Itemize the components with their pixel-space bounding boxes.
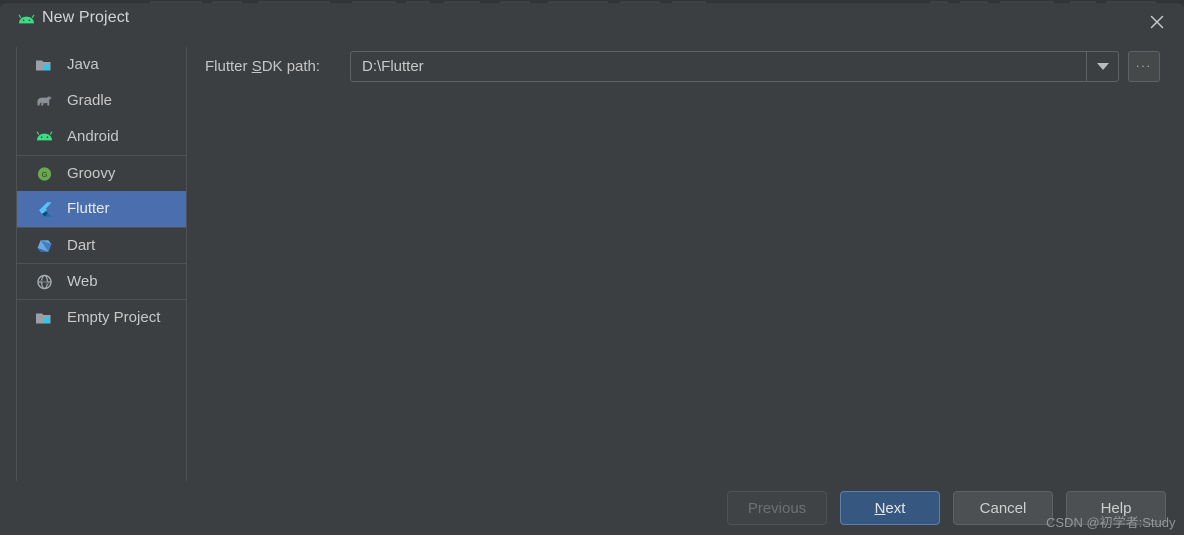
sdk-path-label-before: Flutter	[205, 58, 252, 75]
close-icon[interactable]	[1144, 9, 1170, 35]
sdk-path-label-after: DK path:	[261, 58, 321, 75]
sdk-path-input[interactable]: D:\Flutter	[351, 58, 1086, 75]
cancel-button[interactable]: Cancel	[953, 491, 1053, 525]
sidebar-item-label: Flutter	[67, 200, 110, 217]
gradle-elephant-icon	[35, 93, 54, 110]
next-label-mnemonic: N	[874, 499, 886, 517]
next-button[interactable]: Next	[840, 491, 940, 525]
sidebar-item-web[interactable]: Web	[17, 263, 186, 299]
sidebar-item-label: Groovy	[67, 164, 116, 182]
sidebar-item-gradle[interactable]: Gradle	[17, 83, 186, 119]
sidebar-item-java[interactable]: Java	[17, 47, 186, 83]
sdk-path-label: Flutter SDK path:	[205, 58, 350, 75]
folder-icon	[35, 309, 54, 326]
java-folder-icon	[35, 57, 54, 74]
globe-icon	[35, 273, 54, 290]
sdk-path-row: Flutter SDK path: D:\Flutter ...	[205, 51, 1160, 82]
sidebar-item-empty-project[interactable]: Empty Project	[17, 299, 186, 335]
svg-text:G: G	[42, 170, 48, 179]
window-title: New Project	[42, 9, 130, 26]
next-label-after: ext	[885, 499, 906, 517]
help-button[interactable]: Help	[1066, 491, 1166, 525]
dart-logo-icon	[35, 237, 54, 254]
sidebar-item-label: Android	[67, 128, 119, 145]
dialog-body: New Project Java Gradle Android G Groovy…	[0, 3, 1184, 535]
sidebar-item-label: Empty Project	[67, 308, 161, 326]
chevron-down-icon[interactable]	[1086, 52, 1118, 81]
title-bar: New Project	[0, 3, 1184, 40]
groovy-icon: G	[35, 165, 54, 182]
previous-button[interactable]: Previous	[727, 491, 827, 525]
sdk-path-label-mnemonic: S	[251, 58, 262, 75]
sidebar-item-dart[interactable]: Dart	[17, 227, 186, 263]
sidebar-item-label: Java	[67, 56, 99, 73]
sidebar-item-groovy[interactable]: G Groovy	[17, 155, 186, 191]
sidebar-item-label: Web	[67, 272, 98, 290]
flutter-logo-icon	[35, 201, 54, 218]
sidebar-item-flutter[interactable]: Flutter	[17, 191, 186, 227]
android-logo-icon	[18, 13, 35, 28]
sidebar-item-label: Gradle	[67, 92, 113, 109]
sidebar-item-android[interactable]: Android	[17, 119, 186, 155]
dialog-button-bar: Previous Next Cancel Help	[0, 489, 1184, 535]
project-type-list[interactable]: Java Gradle Android G Groovy Flutter Dar…	[16, 47, 187, 481]
new-project-dialog-window: New Project Java Gradle Android G Groovy…	[0, 0, 1184, 535]
sdk-path-combobox[interactable]: D:\Flutter	[350, 51, 1119, 82]
browse-button[interactable]: ...	[1128, 51, 1160, 82]
android-logo-icon	[35, 129, 54, 146]
sidebar-item-label: Dart	[67, 236, 96, 254]
